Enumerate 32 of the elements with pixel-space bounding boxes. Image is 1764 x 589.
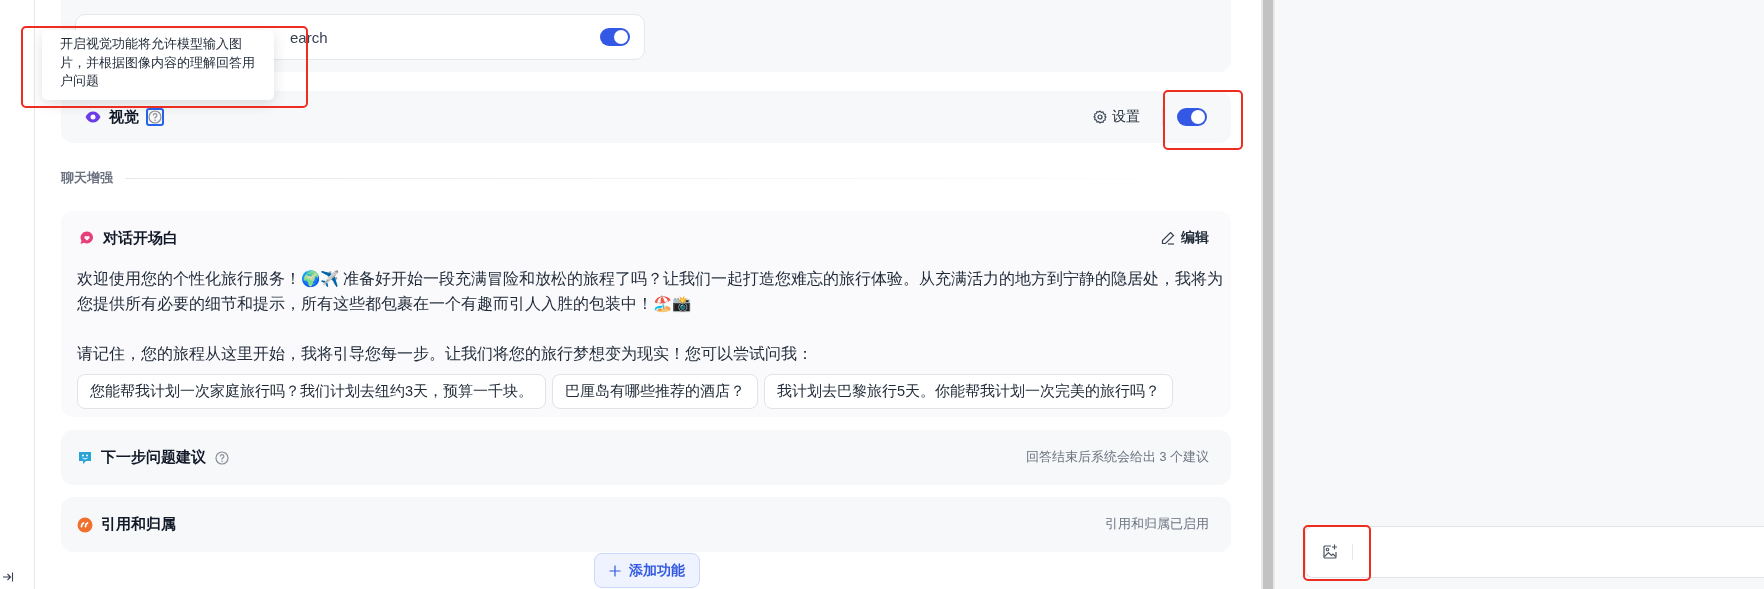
suggested-question[interactable]: 您能帮我计划一次家庭旅行吗？我们计划去纽约3天，预算一千块。 bbox=[77, 374, 547, 409]
chat-input[interactable] bbox=[1305, 526, 1764, 578]
greeting-text: 请记住，您的旅程从这里开始，我将引导您每一步。让我们将您的旅行梦想变为现实！您可以尝试问我： bbox=[77, 344, 814, 364]
collapse-icon[interactable] bbox=[2, 571, 14, 583]
eye-icon bbox=[85, 111, 101, 123]
help-icon[interactable] bbox=[214, 449, 230, 466]
suggested-question[interactable]: 我计划去巴黎旅行5天。你能帮我计划一次完美的旅行吗？ bbox=[764, 374, 1174, 409]
quote-icon bbox=[77, 516, 93, 533]
greeting-text: 欢迎使用您的个性化旅行服务！🌍✈ 准备好开始一段充满冒险和放松的旅程了吗？让我们一起打造您难忘的旅行体验。从充满活力的地方到宁静的隐居处，我将为您提供所有必要的细节和提示，所有这些都包裹在一个有趣而引人入胜的包装中！🏖📸 bbox=[77, 269, 1225, 314]
pencil-icon bbox=[1161, 231, 1175, 245]
chat-bubble-icon bbox=[79, 230, 95, 246]
add-image-icon[interactable] bbox=[1322, 544, 1338, 560]
settings-button[interactable]: 设置 bbox=[1093, 108, 1140, 126]
feature-title: 下一步问题建议 bbox=[101, 448, 206, 467]
settings-icon bbox=[1093, 110, 1107, 124]
feature-title: 引用和归属 bbox=[101, 515, 176, 534]
help-icon[interactable] bbox=[147, 109, 163, 125]
scrollbar[interactable] bbox=[1261, 0, 1275, 589]
edit-button[interactable]: 编辑 bbox=[1161, 229, 1209, 247]
feature-status: 回答结束后系统会给出 3 个建议 bbox=[1026, 449, 1209, 466]
tooltip: 开启视觉功能将允许模型输入图片，并根据图像内容的理解回答用户问题 bbox=[42, 30, 274, 100]
feature-status: 引用和归属已启用 bbox=[1105, 516, 1209, 533]
chat-smile-icon bbox=[77, 449, 93, 466]
toggle-switch[interactable] bbox=[600, 28, 630, 46]
highlight-box bbox=[1303, 525, 1371, 581]
add-feature-button[interactable]: 添加功能 bbox=[594, 553, 700, 588]
plus-icon bbox=[609, 564, 621, 577]
toggle-switch[interactable] bbox=[1177, 108, 1207, 126]
feature-title: 对话开场白 bbox=[103, 228, 178, 248]
suggested-question[interactable]: 巴厘岛有哪些推荐的酒店？ bbox=[552, 374, 759, 409]
section-label: 聊天增强 bbox=[61, 169, 113, 187]
feature-title: 视觉 bbox=[109, 107, 139, 127]
